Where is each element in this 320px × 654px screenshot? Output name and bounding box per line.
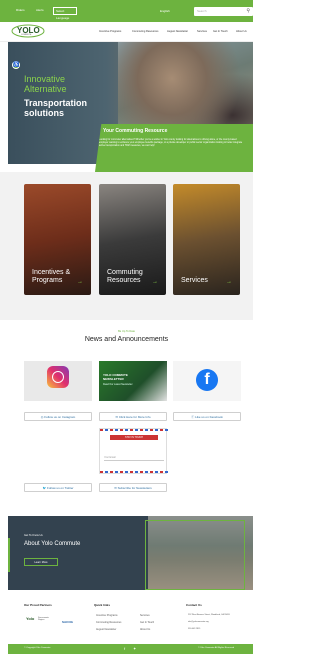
search-input[interactable]: Search ⚲ (194, 7, 253, 16)
instagram-icon (47, 366, 69, 388)
contact-phone[interactable]: 530.402.2819 (188, 628, 200, 630)
language-select[interactable]: Select Language (53, 7, 77, 20)
card-label: Services (181, 277, 208, 284)
facebook-tile[interactable]: f (173, 361, 241, 401)
quick-links-heading: Quick links (94, 603, 111, 607)
newsletter-card: STAY IN TOUCH Your Email (99, 428, 168, 474)
hero-line-2: Alternative (24, 84, 67, 94)
card-incentives[interactable]: Incentives & Programs → (24, 184, 91, 295)
about-section (8, 516, 253, 590)
facebook-footer-icon[interactable]: f (124, 646, 125, 651)
facebook-button-label: Like us on Facebook (195, 415, 223, 419)
more-info-label: Click Here for More Info (118, 415, 151, 419)
footer-bottom-bar: © Copyright Yolo Commute f ✦ © Yolo Comm… (8, 644, 253, 654)
arrow-right-icon: → (77, 279, 83, 285)
accessibility-icon[interactable]: ♿ (12, 61, 20, 69)
instagram-tile[interactable] (24, 361, 92, 401)
twitter-button-label: Follow us on Twitter (47, 486, 74, 490)
nav-commuting-resources[interactable]: Commuting Resources (132, 30, 158, 33)
facebook-icon: f (196, 369, 218, 391)
banner-subtitle: Read Our Latest Newsletter (103, 383, 133, 386)
nav-august-newsletter[interactable]: August Newsletter (167, 30, 188, 33)
about-title: About Yolo Commute (24, 541, 81, 547)
partner-logo-sacog[interactable]: SACOG (62, 620, 73, 624)
contact-email[interactable]: info@yolocommute.org (188, 621, 209, 623)
footer-link-incentive[interactable]: Incentive Programs (96, 614, 118, 617)
search-icon[interactable]: ⚲ (246, 8, 250, 14)
panel-text: Looking for commuter alternatives? Wheth… (99, 139, 243, 147)
footer-link-resources[interactable]: Commuting Resources (96, 621, 121, 624)
subscribe-button-label: Subscribe for Newsletters (117, 486, 152, 490)
arrow-right-icon: → (226, 279, 232, 285)
about-photo-frame (145, 520, 245, 590)
footer-link-services[interactable]: Services (140, 614, 150, 617)
card-commuting-resources[interactable]: Commuting Resources → (99, 184, 166, 295)
stay-in-touch-label: STAY IN TOUCH (110, 435, 158, 440)
arrow-right-icon: → (152, 279, 158, 285)
footer-link-get-in-touch[interactable]: Get In Touch (140, 621, 154, 624)
instagram-button-label: Follow us on Instagram (44, 415, 76, 419)
nav-get-in-touch[interactable]: Get In Touch (213, 30, 228, 33)
twitter-tile[interactable] (24, 430, 92, 474)
partner-logo-sacramento[interactable]: Sacramento Region (38, 617, 54, 621)
hero-line-1: Innovative (24, 74, 66, 84)
newsletter-banner-tile[interactable]: YOLO COMMUTE NEWSLETTER Read Our Latest … (99, 361, 167, 401)
footer-link-newsletter[interactable]: August Newsletter (96, 628, 116, 631)
partner-logo-yolo[interactable]: Yolo (26, 616, 34, 621)
riders-link[interactable]: Riders (16, 8, 25, 12)
commuting-resource-panel: Your Commuting Resource Looking for comm… (95, 124, 253, 172)
top-utility-bar: Riders Alerts Select Language English Se… (0, 0, 253, 22)
about-eyebrow: Get To Know Us (24, 534, 43, 537)
more-info-button[interactable]: ✉ Click Here for More Info (99, 412, 167, 421)
yolo-logo[interactable]: YOLO COMMUTE (11, 24, 45, 38)
nav-about-us[interactable]: About Us (236, 30, 247, 33)
email-field[interactable]: Your Email (104, 456, 164, 461)
main-nav: YOLO COMMUTE Incentive Programs Commutin… (0, 22, 253, 42)
logo-subtext: COMMUTE (21, 34, 32, 36)
learn-more-button[interactable]: Learn More (24, 558, 58, 566)
rights-text: © Yolo Commute All Rights Reserved (198, 647, 235, 649)
contact-heading: Contact Us (186, 603, 202, 607)
partners-heading: Our Proud Partners (24, 603, 52, 607)
footer-link-about[interactable]: About Us (140, 628, 150, 631)
facebook-button[interactable]: ⓕ Like us on Facebook (173, 412, 241, 421)
twitter-footer-icon[interactable]: ✦ (133, 646, 136, 651)
panel-title: Your Commuting Resource (103, 128, 168, 134)
search-placeholder: Search (197, 9, 207, 13)
news-title: News and Announcements (84, 336, 169, 343)
news-eyebrow: Be Up To Date (118, 330, 135, 333)
language-current[interactable]: English (160, 9, 170, 13)
copyright-text: © Copyright Yolo Commute (24, 647, 51, 649)
banner-title: YOLO COMMUTE NEWSLETTER (103, 373, 128, 381)
twitter-button[interactable]: 🐦 Follow us on Twitter (24, 483, 92, 492)
hero-line-3: Transportation solutions (24, 98, 88, 118)
instagram-button[interactable]: ◎ Follow us on Instagram (24, 412, 92, 421)
nav-services[interactable]: Services (197, 30, 207, 33)
contact-address: 292 West Beamer Street, Woodland, CA 956… (188, 614, 230, 616)
subscribe-button[interactable]: ✉ Subscribe for Newsletters (99, 483, 167, 492)
card-services[interactable]: Services → (173, 184, 240, 295)
nav-incentive-programs[interactable]: Incentive Programs (99, 30, 121, 33)
alerts-link[interactable]: Alerts (36, 8, 44, 12)
